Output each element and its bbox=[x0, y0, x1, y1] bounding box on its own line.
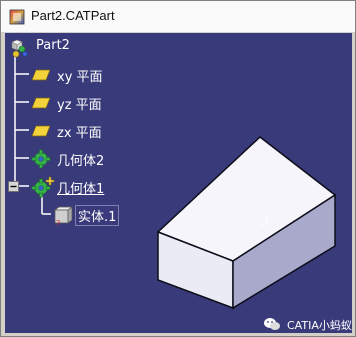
3d-viewport[interactable]: Part2 xy 平面 yz 平面 zx 平面 几何体2 几何体1 ? 实体.1… bbox=[5, 33, 352, 333]
catia-window: Part2.CATPart Part2 xy 平面 yz 平面 zx 平面 几何… bbox=[0, 0, 356, 337]
window-title: Part2.CATPart bbox=[31, 8, 115, 23]
3d-box-model[interactable] bbox=[5, 33, 352, 333]
title-bar[interactable]: Part2.CATPart bbox=[1, 1, 355, 33]
watermark-text: CATIA小蚂蚁 bbox=[287, 319, 352, 332]
wechat-icon bbox=[264, 318, 280, 330]
catia-document-icon bbox=[9, 9, 25, 25]
